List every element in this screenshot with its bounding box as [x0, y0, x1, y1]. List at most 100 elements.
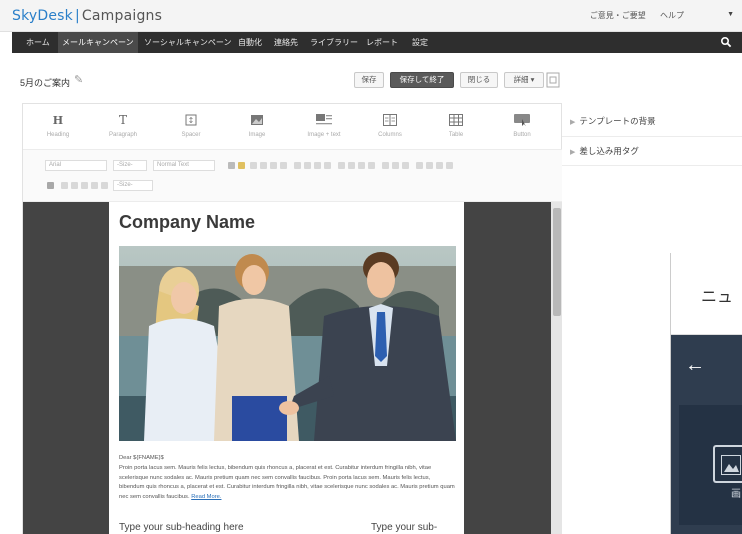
- subheading-left[interactable]: Type your sub-heading here: [119, 522, 244, 533]
- image-icon: [232, 112, 282, 128]
- border-top-icon[interactable]: [61, 182, 68, 189]
- divider: [562, 165, 742, 166]
- anchor-icon[interactable]: [402, 162, 409, 169]
- bold-icon[interactable]: [250, 162, 257, 169]
- details-dropdown-button[interactable]: 詳細 ▾: [504, 72, 544, 88]
- feedback-link[interactable]: ご意見・ご要望: [590, 11, 646, 20]
- merge-tags-label: 差し込み用タグ: [579, 146, 639, 156]
- indent-icon[interactable]: [358, 162, 365, 169]
- align-left-icon[interactable]: [294, 162, 301, 169]
- nav-item-settings[interactable]: 設定: [408, 32, 432, 53]
- border-left-icon[interactable]: [81, 182, 88, 189]
- format-toolbar: Arial -Size- Normal Text -Size-: [23, 150, 563, 202]
- link-icon[interactable]: [382, 162, 389, 169]
- source-code-icon[interactable]: [446, 162, 453, 169]
- preview-icon[interactable]: [546, 72, 560, 88]
- merge-tags-section[interactable]: ▶ 差し込み用タグ: [570, 145, 639, 157]
- block-label: Paragraph: [108, 132, 138, 138]
- block-label: Button: [513, 132, 531, 138]
- scrollbar-thumb[interactable]: [553, 208, 561, 316]
- block-label: Heading: [46, 132, 70, 138]
- paragraph-style-select[interactable]: Normal Text: [153, 160, 215, 171]
- body-paragraph-text: Proin porta lacus sem. Mauris felis lect…: [119, 464, 455, 501]
- border-all-icon[interactable]: [101, 182, 108, 189]
- campaign-title: 5月のご案内: [20, 78, 71, 88]
- nav-item-email-campaigns[interactable]: メールキャンペーン: [58, 32, 138, 53]
- italic-icon[interactable]: [260, 162, 267, 169]
- save-and-finish-button[interactable]: 保存して終了: [390, 72, 454, 88]
- nav-item-library[interactable]: ライブラリー: [306, 32, 362, 53]
- greeting-line: Dear ${FNAME}$: [119, 455, 164, 461]
- help-link[interactable]: ヘルプ: [660, 11, 684, 20]
- border-bottom-icon[interactable]: [71, 182, 78, 189]
- insert-special-char-icon[interactable]: [436, 162, 443, 169]
- align-center-icon[interactable]: [304, 162, 311, 169]
- paragraph-icon: T: [118, 113, 127, 127]
- image-placeholder-icon: [713, 445, 742, 483]
- paint-format-icon[interactable]: [47, 182, 54, 189]
- mobile-preview-overlay: ニュ ← 画: [670, 253, 742, 534]
- text-color-icon[interactable]: [228, 162, 235, 169]
- insert-table-icon[interactable]: [426, 162, 433, 169]
- back-arrow-icon[interactable]: ←: [685, 355, 705, 375]
- border-size-select[interactable]: -Size-: [113, 180, 153, 191]
- align-right-icon[interactable]: [314, 162, 321, 169]
- campaign-editor-window: SkyDesk | Campaigns ご意見・ご要望 ヘルプ ▼ ホーム メールキ…: [0, 0, 742, 534]
- business-handshake-photo[interactable]: [119, 246, 456, 441]
- block-spacer[interactable]: ↕ Spacer: [166, 112, 216, 138]
- block-image[interactable]: Image: [232, 112, 282, 138]
- font-select[interactable]: Arial: [45, 160, 107, 171]
- block-image-text[interactable]: Image + text: [299, 112, 349, 138]
- image-caption: 画: [731, 489, 741, 500]
- button-icon: [497, 112, 547, 128]
- body-paragraph: Proin porta lacus sem. Mauris felis lect…: [119, 464, 456, 503]
- nav-item-automation[interactable]: 自動化: [234, 32, 266, 53]
- svg-text:↕: ↕: [188, 116, 195, 125]
- size-select[interactable]: -Size-: [113, 160, 147, 171]
- nav-item-social-campaigns[interactable]: ソーシャルキャンペーン: [140, 32, 235, 53]
- block-label: Image + text: [307, 132, 341, 138]
- insert-image-icon[interactable]: [416, 162, 423, 169]
- border-right-icon[interactable]: [91, 182, 98, 189]
- email-document[interactable]: Company Name Dear ${FNAME}$ Proin porta …: [109, 202, 464, 534]
- block-label: Spacer: [181, 132, 201, 138]
- justify-icon[interactable]: [324, 162, 331, 169]
- mobile-header-title: ニュ: [701, 287, 734, 306]
- brand-separator: |: [74, 8, 80, 24]
- subheading-right[interactable]: Type your sub-: [371, 522, 437, 533]
- top-links: ご意見・ご要望 ヘルプ: [578, 10, 684, 21]
- template-background-label: テンプレートの背景: [579, 116, 656, 126]
- close-button[interactable]: 閉じる: [460, 72, 498, 88]
- columns-icon: [365, 112, 415, 128]
- block-heading[interactable]: H Heading: [33, 112, 83, 139]
- bulleted-list-icon[interactable]: [338, 162, 345, 169]
- block-paragraph[interactable]: T Paragraph: [98, 112, 148, 138]
- emoji-icon[interactable]: [392, 162, 399, 169]
- block-button[interactable]: Button: [497, 112, 547, 138]
- expand-arrow-icon: ▶: [570, 149, 576, 156]
- nav-item-home[interactable]: ホーム: [22, 32, 54, 53]
- mobile-header: ニュ: [671, 253, 742, 335]
- divider: [562, 136, 742, 137]
- numbered-list-icon[interactable]: [348, 162, 355, 169]
- search-icon[interactable]: [720, 36, 732, 48]
- underline-icon[interactable]: [270, 162, 277, 169]
- template-background-section[interactable]: ▶ テンプレートの背景: [570, 115, 656, 127]
- user-menu-chevron-icon[interactable]: ▼: [727, 11, 734, 18]
- product-name: Campaigns: [81, 8, 163, 24]
- email-body-text[interactable]: Dear ${FNAME}$ Proin porta lacus sem. Ma…: [119, 454, 456, 503]
- main-nav: ホーム メールキャンペーン ソーシャルキャンペーン 自動化 連絡先 ライブラリー…: [12, 32, 742, 53]
- save-button[interactable]: 保存: [354, 72, 384, 88]
- edit-title-pencil-icon[interactable]: ✎: [74, 73, 83, 86]
- nav-item-reports[interactable]: レポート: [362, 32, 402, 53]
- company-name-heading[interactable]: Company Name: [119, 212, 255, 233]
- outdent-icon[interactable]: [368, 162, 375, 169]
- block-columns[interactable]: Columns: [365, 112, 415, 138]
- highlight-icon[interactable]: [238, 162, 245, 169]
- strikethrough-icon[interactable]: [280, 162, 287, 169]
- nav-item-contacts[interactable]: 連絡先: [270, 32, 302, 53]
- block-table[interactable]: Table: [431, 112, 481, 138]
- app-logo[interactable]: SkyDesk | Campaigns: [12, 8, 162, 24]
- read-more-link[interactable]: Read More.: [191, 494, 221, 500]
- brand-name: SkyDesk: [12, 8, 73, 24]
